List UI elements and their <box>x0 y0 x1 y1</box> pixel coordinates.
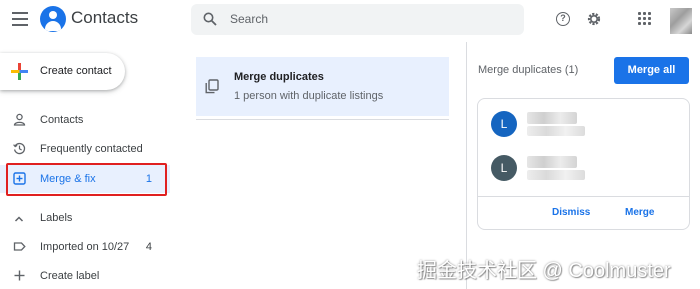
sidebar-item-frequently-contacted[interactable]: Frequently contacted <box>0 135 170 163</box>
watermark-text: 掘金技术社区 @ Coolmuster <box>417 260 671 282</box>
merge-all-button[interactable]: Merge all <box>614 57 689 84</box>
blurred-contact-detail <box>527 126 585 136</box>
person-icon <box>13 113 26 126</box>
contact-avatar[interactable]: L <box>491 155 517 181</box>
label-icon <box>13 242 26 251</box>
merge-button[interactable]: Merge <box>625 207 654 218</box>
right-panel-title: Merge duplicates (1) <box>478 64 579 76</box>
card-subtitle: 1 person with duplicate listings <box>234 90 384 102</box>
dismiss-button[interactable]: Dismiss <box>552 207 590 218</box>
divider <box>196 119 449 120</box>
create-contact-label: Create contact <box>40 65 112 77</box>
chevron-up-icon[interactable] <box>13 213 25 225</box>
highlight-annotation-box <box>6 163 167 196</box>
apps-grid-icon[interactable] <box>638 12 652 26</box>
settings-gear-icon[interactable] <box>586 11 602 27</box>
history-icon <box>13 142 26 155</box>
merge-duplicates-card[interactable] <box>196 57 449 116</box>
panel-divider <box>466 42 467 289</box>
account-avatar[interactable] <box>670 8 692 34</box>
sidebar-item-label: Imported on 10/27 <box>40 241 130 253</box>
blurred-contact-name <box>527 112 577 124</box>
contacts-logo-icon[interactable] <box>40 6 66 32</box>
search-input[interactable]: Search <box>191 4 524 35</box>
menu-icon[interactable] <box>12 12 28 26</box>
sidebar-item-label: Frequently contacted <box>40 143 143 155</box>
sidebar-item-contacts[interactable]: Contacts <box>0 106 170 134</box>
colorful-plus-icon <box>11 63 28 80</box>
create-label-button[interactable]: Create label <box>0 262 170 289</box>
blurred-contact-detail <box>527 170 585 180</box>
create-contact-button[interactable]: Create contact <box>0 53 125 90</box>
sidebar-item-imported-label[interactable]: Imported on 10/27 4 <box>0 233 170 261</box>
copy-icon <box>205 79 219 94</box>
blurred-contact-name <box>527 156 577 168</box>
search-icon[interactable] <box>203 12 217 26</box>
sidebar-item-label: Contacts <box>40 114 84 126</box>
labels-header: Labels <box>40 212 73 224</box>
create-label-label: Create label <box>40 270 100 282</box>
sidebar-item-count: 4 <box>145 241 152 253</box>
search-placeholder: Search <box>230 12 269 26</box>
plus-icon <box>14 270 25 281</box>
app-header: Contacts Search ? <box>0 0 700 40</box>
card-title: Merge duplicates <box>234 71 324 83</box>
card-divider <box>478 196 689 197</box>
app-title[interactable]: Contacts <box>71 8 138 28</box>
help-icon[interactable]: ? <box>556 12 570 26</box>
labels-section-toggle[interactable]: Labels <box>0 208 170 230</box>
contact-avatar[interactable]: L <box>491 111 517 137</box>
